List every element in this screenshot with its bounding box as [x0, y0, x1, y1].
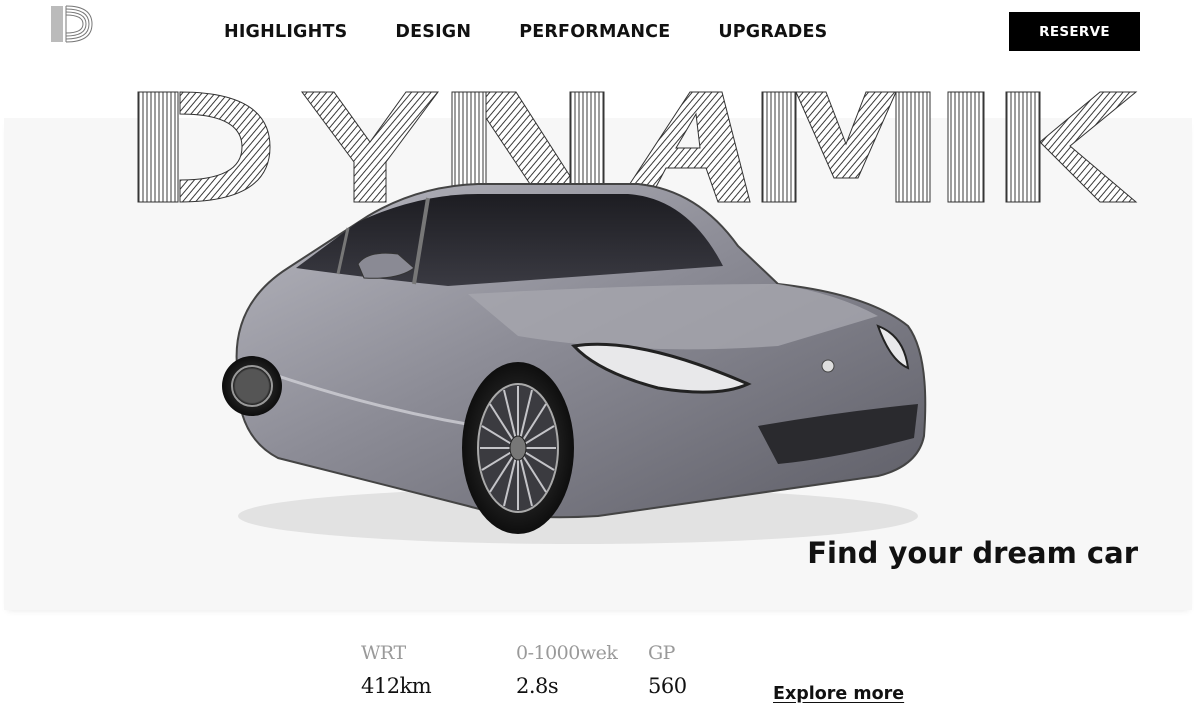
reserve-button[interactable]: RESERVE	[1009, 12, 1140, 51]
stat-value: 560	[648, 674, 687, 698]
nav-item-design[interactable]: DESIGN	[395, 22, 471, 42]
nav-item-highlights[interactable]: HIGHLIGHTS	[224, 22, 347, 42]
stat-acceleration: 0-1000wek 2.8s	[516, 642, 618, 698]
stat-label: GP	[648, 642, 675, 664]
stat-power: GP 560	[648, 642, 687, 698]
explore-more-link[interactable]: Explore more	[773, 684, 904, 704]
nav-item-performance[interactable]: PERFORMANCE	[519, 22, 670, 42]
stat-label: 0-1000wek	[516, 642, 618, 664]
stat-value: 2.8s	[516, 674, 559, 698]
car-image	[222, 183, 927, 544]
main-nav: HIGHLIGHTS DESIGN PERFORMANCE UPGRADES	[224, 22, 827, 42]
brand-logo[interactable]	[46, 4, 96, 44]
stat-label: WRT	[361, 642, 406, 664]
hero-tagline: Find your dream car	[807, 536, 1138, 570]
nav-item-upgrades[interactable]: UPGRADES	[718, 22, 827, 42]
stat-range: WRT 412km	[361, 642, 432, 698]
logo-d-icon	[51, 5, 93, 43]
stat-value: 412km	[361, 674, 432, 698]
